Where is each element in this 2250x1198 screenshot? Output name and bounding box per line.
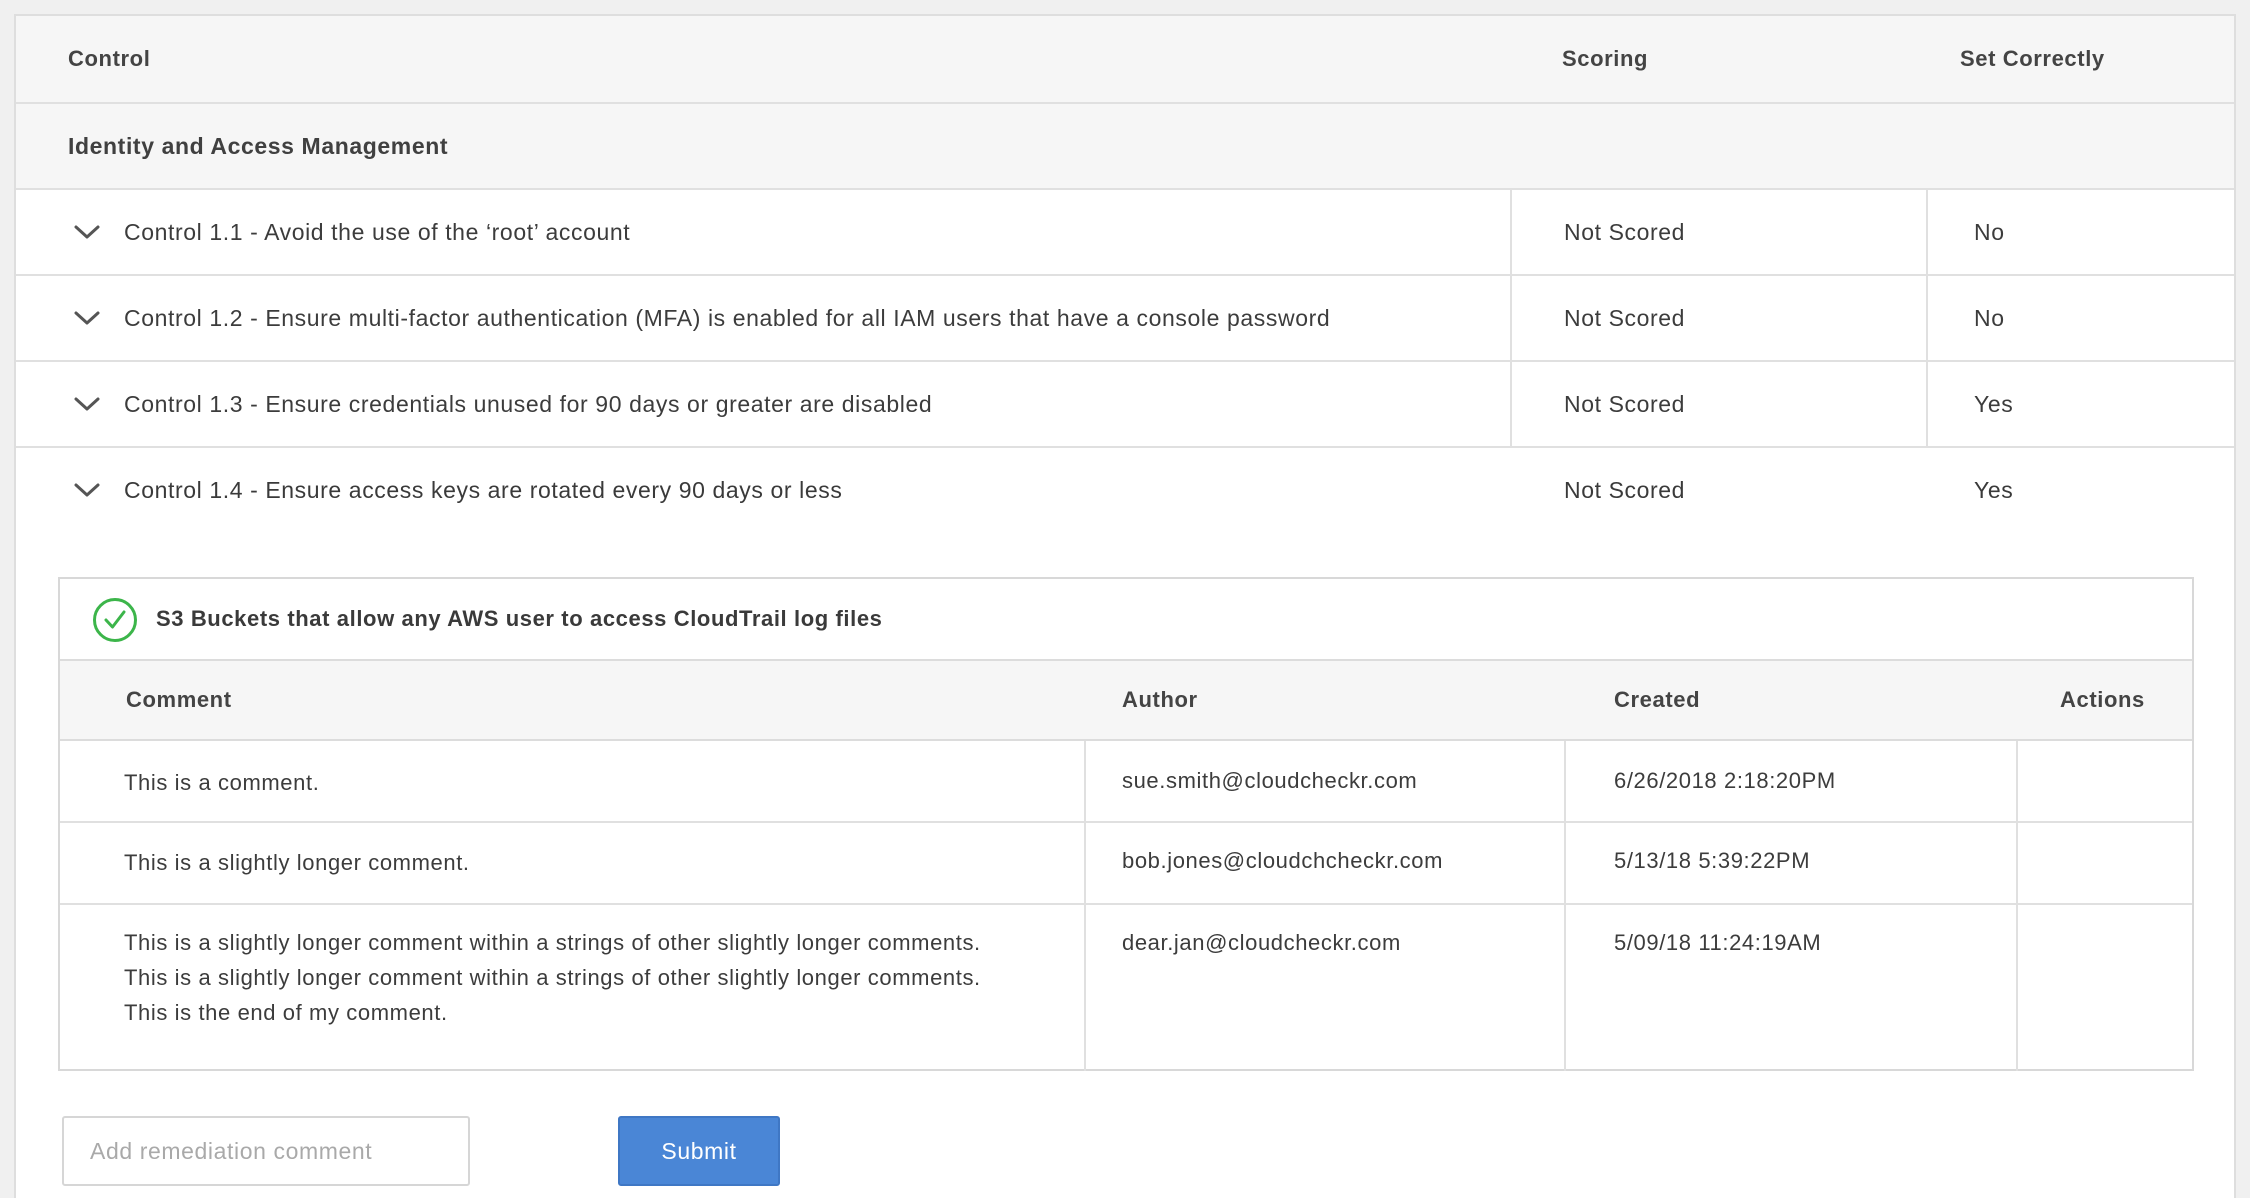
chevron-down-icon[interactable]	[72, 394, 102, 414]
detail-header: S3 Buckets that allow any AWS user to ac…	[60, 579, 2192, 661]
remediation-comment-input[interactable]	[62, 1116, 470, 1186]
header-control: Control	[68, 46, 151, 71]
submit-button[interactable]: Submit	[618, 1116, 780, 1186]
check-circle-icon	[92, 597, 138, 643]
control-label: Control 1.1 - Avoid the use of the ‘root…	[124, 218, 631, 245]
author-cell: dear.jan@cloudcheckr.com	[1086, 905, 1566, 1071]
control-scoring: Not Scored	[1512, 276, 1928, 360]
header-scoring: Scoring	[1562, 46, 1649, 71]
control-scoring: Not Scored	[1512, 362, 1928, 446]
table-row: This is a comment. sue.smith@cloudcheckr…	[60, 741, 2192, 823]
author-cell: sue.smith@cloudcheckr.com	[1086, 741, 1566, 821]
control-row[interactable]: Control 1.2 - Ensure multi-factor authen…	[16, 276, 2234, 362]
comments-table-header: Comment Author Created Actions	[60, 661, 2192, 741]
header-author: Author	[1122, 687, 1198, 712]
header-set-correctly: Set Correctly	[1960, 46, 2105, 71]
control-label: Control 1.4 - Ensure access keys are rot…	[124, 476, 843, 503]
control-label: Control 1.3 - Ensure credentials unused …	[124, 390, 933, 417]
control-set-correctly: Yes	[1974, 390, 2014, 417]
control-row[interactable]: Control 1.3 - Ensure credentials unused …	[16, 362, 2234, 448]
control-set-correctly: Yes	[1974, 476, 2014, 503]
chevron-down-icon[interactable]	[72, 308, 102, 328]
header-created: Created	[1614, 687, 1701, 712]
header-comment: Comment	[126, 687, 232, 712]
control-row-expanded: Control 1.4 - Ensure access keys are rot…	[16, 447, 2234, 1198]
chevron-down-icon[interactable]	[72, 480, 102, 500]
control-row[interactable]: Control 1.1 - Avoid the use of the ‘root…	[16, 190, 2234, 276]
control-scoring: Not Scored	[1512, 190, 1928, 274]
actions-cell	[2018, 905, 2194, 1071]
comment-cell: This is a comment.	[60, 741, 1086, 821]
control-scoring: Not Scored	[1564, 476, 1686, 503]
actions-cell	[2018, 823, 2194, 903]
control-label: Control 1.2 - Ensure multi-factor authen…	[124, 304, 1331, 331]
comment-cell: This is a slightly longer comment within…	[60, 905, 1086, 1071]
header-actions: Actions	[2060, 687, 2145, 712]
created-cell: 5/13/18 5:39:22PM	[1566, 823, 2018, 903]
table-row: This is a slightly longer comment within…	[60, 905, 2192, 1071]
control-row[interactable]: Control 1.4 - Ensure access keys are rot…	[16, 447, 2234, 533]
author-cell: bob.jones@cloudchcheckr.com	[1086, 823, 1566, 903]
table-row: This is a slightly longer comment. bob.j…	[60, 823, 2192, 905]
section-title: Identity and Access Management	[68, 132, 449, 159]
control-detail: S3 Buckets that allow any AWS user to ac…	[58, 577, 2194, 1071]
control-set-correctly: No	[1974, 304, 2005, 331]
chevron-down-icon[interactable]	[72, 222, 102, 242]
actions-cell	[2018, 741, 2194, 821]
control-set-correctly: No	[1974, 218, 2005, 245]
table-header: Control Scoring Set Correctly	[16, 16, 2234, 104]
comment-cell: This is a slightly longer comment.	[60, 823, 1086, 903]
section-row: Identity and Access Management	[16, 104, 2234, 190]
created-cell: 6/26/2018 2:18:20PM	[1566, 741, 2018, 821]
detail-title: S3 Buckets that allow any AWS user to ac…	[156, 606, 883, 631]
created-cell: 5/09/18 11:24:19AM	[1566, 905, 2018, 1071]
controls-panel: Control Scoring Set Correctly Identity a…	[14, 14, 2236, 1198]
